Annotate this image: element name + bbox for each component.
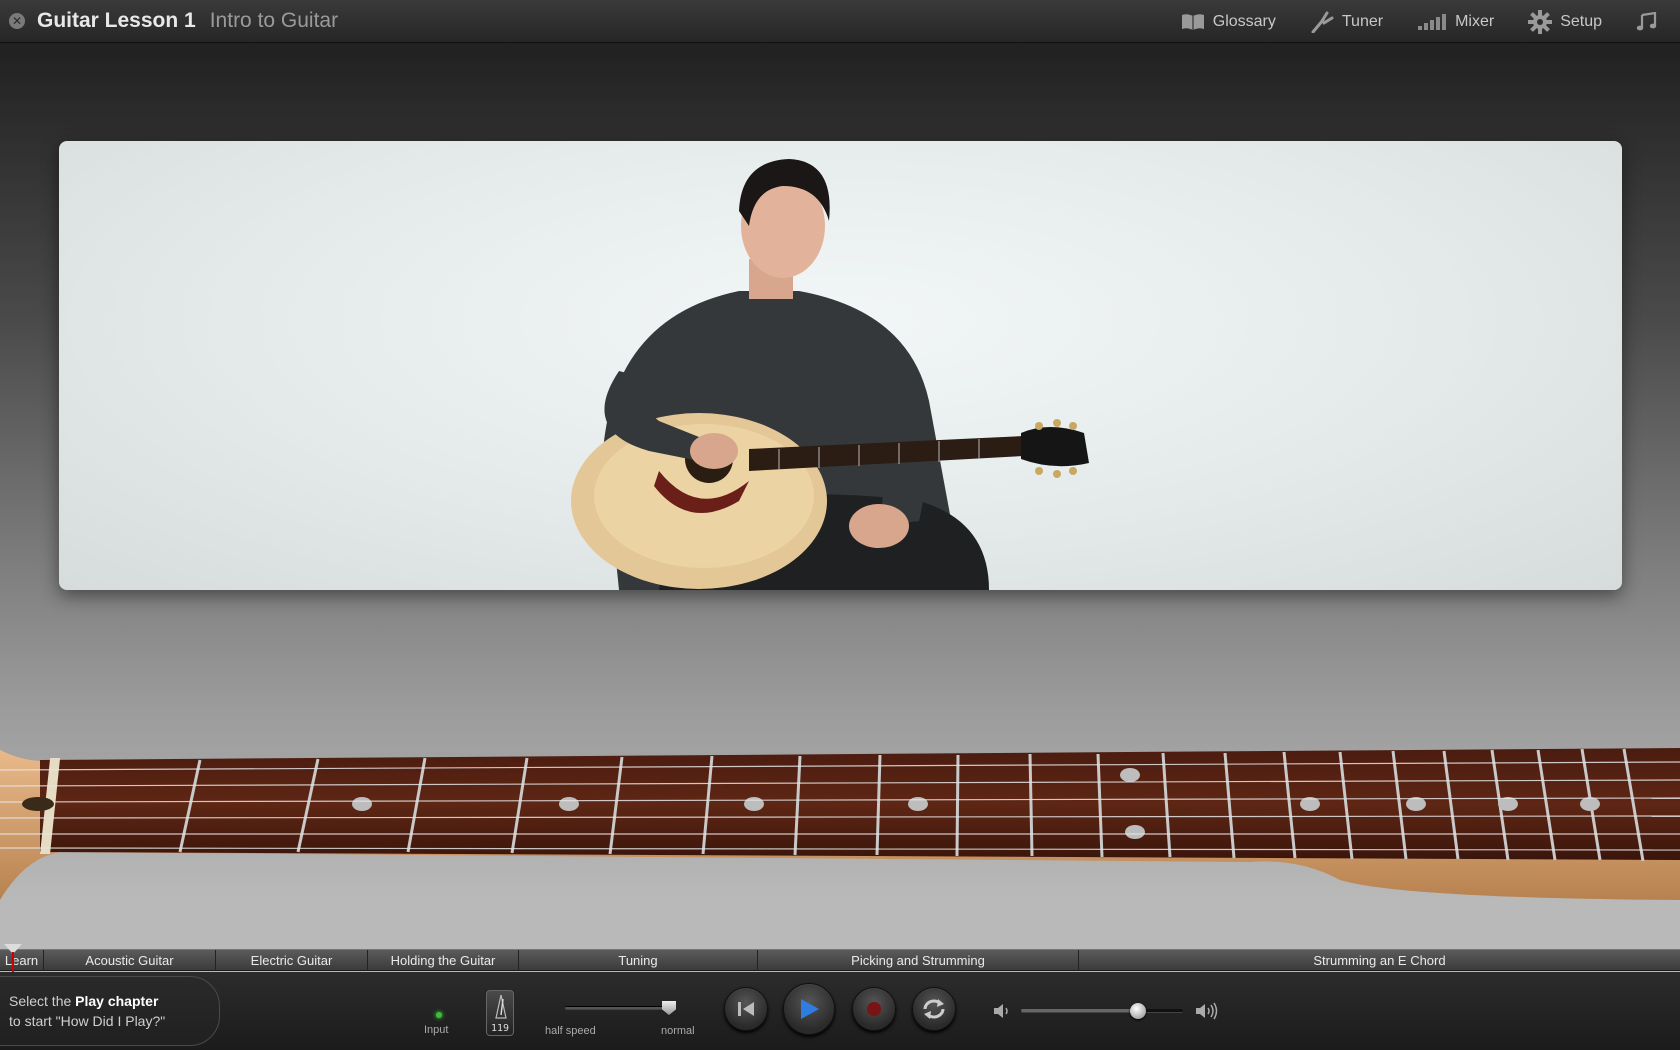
mixer-label: Mixer [1455, 12, 1495, 30]
setup-label: Setup [1560, 12, 1602, 30]
play-chapter-hint: Select the Play chapter to start "How Di… [0, 976, 220, 1046]
book-icon [1181, 13, 1204, 30]
gear-icon [1528, 9, 1553, 34]
toolbar: Glossary Tuner Mixer Setup [1181, 0, 1680, 43]
hint-text-post: to start "How Did I Play?" [9, 1013, 166, 1029]
speed-fill [565, 1007, 670, 1009]
playback-speed-slider[interactable] [565, 1006, 670, 1010]
lesson-video[interactable] [59, 141, 1622, 590]
chapter-strumming-an-e-chord[interactable]: Strumming an E Chord [1079, 950, 1680, 971]
input-label: Input [424, 1024, 449, 1036]
guitar-neck-illustration [0, 748, 1680, 900]
chapter-picking-and-strumming[interactable]: Picking and Strumming [758, 950, 1079, 971]
loop-icon [923, 999, 945, 1019]
volume-fill [1021, 1009, 1138, 1012]
speed-half-label: half speed [545, 1025, 596, 1037]
chapter-acoustic-guitar[interactable]: Acoustic Guitar [44, 950, 216, 971]
record-icon [867, 1002, 881, 1016]
rewind-button[interactable] [724, 987, 768, 1031]
setup-button[interactable]: Setup [1528, 9, 1602, 34]
play-button[interactable] [783, 983, 835, 1035]
hint-text-bold: Play chapter [75, 993, 159, 1009]
volume-low-icon [994, 1004, 1008, 1018]
playhead-line [12, 952, 14, 972]
music-note-icon [1636, 11, 1657, 30]
mixer-bars-icon [1418, 13, 1447, 30]
glossary-label: Glossary [1212, 12, 1276, 30]
cycle-button[interactable] [912, 987, 956, 1031]
instructor-with-guitar-image [571, 159, 1089, 590]
chapter-tuning[interactable]: Tuning [519, 950, 758, 971]
mixer-button[interactable]: Mixer [1417, 13, 1494, 31]
chapter-bar: Learn Acoustic Guitar Electric Guitar Ho… [0, 949, 1680, 971]
glossary-button[interactable]: Glossary [1181, 13, 1276, 31]
songs-button[interactable] [1636, 11, 1666, 32]
lesson-subtitle: Intro to Guitar [209, 9, 339, 32]
tuner-button[interactable]: Tuner [1310, 11, 1383, 33]
tuner-label: Tuner [1341, 12, 1384, 30]
tempo-value: 119 [490, 1023, 510, 1034]
chapter-electric-guitar[interactable]: Electric Guitar [216, 950, 368, 971]
chapter-holding-the-guitar[interactable]: Holding the Guitar [368, 950, 519, 971]
input-level-led [436, 1012, 442, 1018]
play-icon [801, 999, 819, 1019]
volume-slider[interactable] [1021, 1009, 1183, 1013]
transport-controls: Select the Play chapter to start "How Di… [0, 972, 1680, 1050]
volume-high-icon [1196, 1002, 1218, 1020]
fretboard-view [0, 740, 1680, 915]
hint-text-pre: Select the [9, 993, 76, 1009]
speed-normal-label: normal [661, 1025, 695, 1037]
close-lesson-button[interactable]: ✕ [9, 13, 25, 29]
record-button[interactable] [852, 987, 896, 1031]
skip-back-icon [738, 1002, 754, 1016]
volume-slider-thumb[interactable] [1130, 1003, 1146, 1019]
lesson-title: Guitar Lesson 1 [37, 9, 196, 32]
tuning-fork-icon [1311, 11, 1334, 33]
title-bar: ✕ Guitar Lesson 1 Intro to Guitar Glossa… [0, 0, 1680, 43]
metronome-icon [495, 994, 507, 1019]
